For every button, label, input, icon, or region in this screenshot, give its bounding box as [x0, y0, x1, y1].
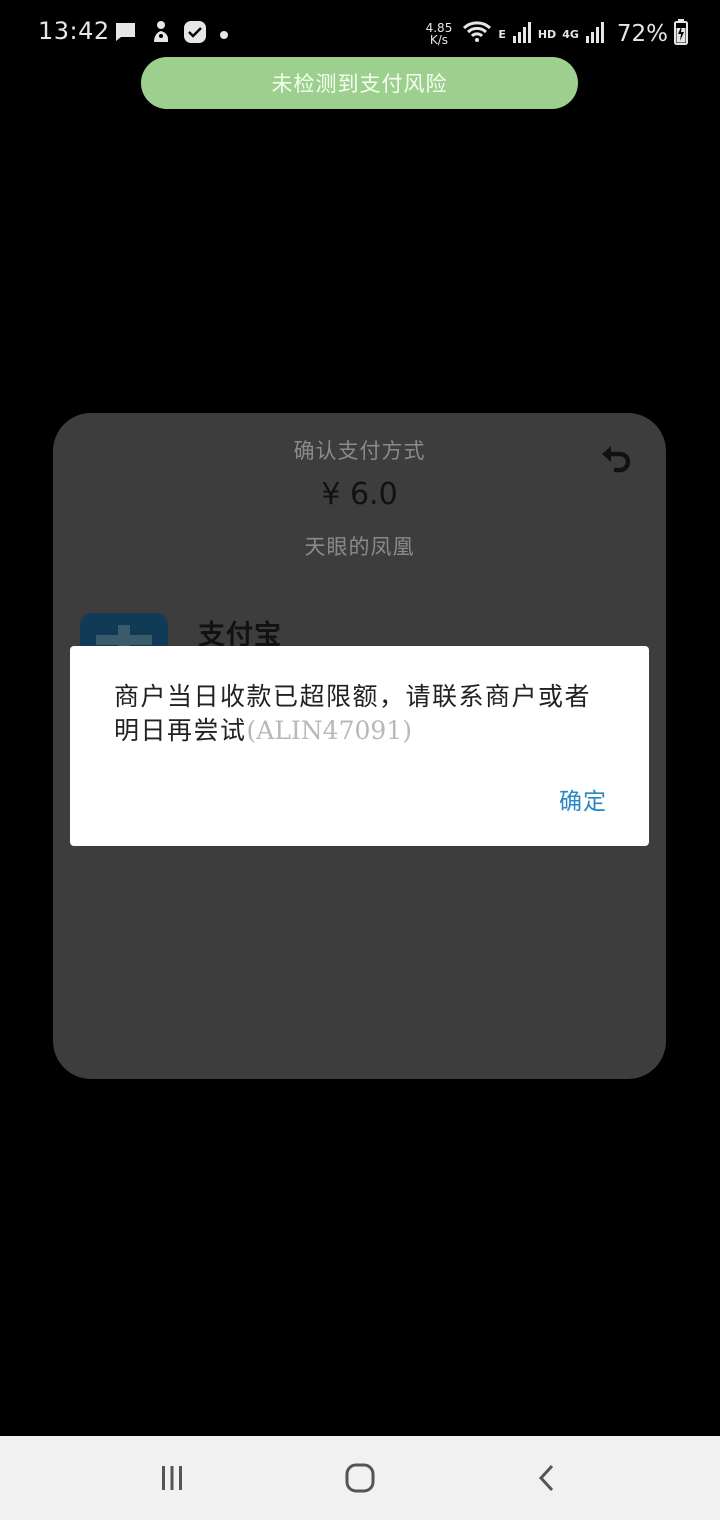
home-icon[interactable]	[340, 1458, 380, 1498]
screen: 13:42 4.85 K/s E HD 4G 72% 未检测到支付风险 确认支付…	[0, 0, 720, 1520]
net-4g-label: 4G	[562, 27, 579, 41]
net-e-label: E	[498, 27, 506, 41]
error-dialog: 商户当日收款已超限额，请联系商户或者明日再尝试(ALIN47091) 确定	[70, 646, 649, 846]
payment-sheet-title: 确认支付方式	[293, 439, 426, 463]
error-code: (ALIN47091)	[246, 716, 412, 745]
kangaroo-icon	[149, 20, 171, 48]
net-hd-label: HD	[537, 27, 557, 41]
notification-icons	[113, 20, 229, 48]
battery-percent: 72%	[616, 21, 668, 47]
dialog-message: 商户当日收款已超限额，请联系商户或者明日再尝试(ALIN47091)	[114, 680, 614, 748]
net-speed-unit: K/s	[429, 33, 449, 47]
battery-charging-icon	[674, 19, 688, 49]
merchant-name: 天眼的凤凰	[304, 535, 415, 559]
dot-icon	[219, 25, 229, 44]
back-icon[interactable]	[527, 1458, 567, 1498]
status-time: 13:42	[38, 17, 110, 45]
signal-icon	[585, 20, 605, 48]
signal-icon	[512, 20, 532, 48]
risk-toast-text: 未检测到支付风险	[271, 72, 448, 96]
wifi-icon	[462, 19, 492, 49]
status-right-icons: 4.85 K/s E HD 4G 72%	[426, 18, 688, 50]
message-icon	[113, 20, 137, 48]
net-speed: 4.85 K/s	[426, 22, 453, 46]
undo-icon[interactable]	[599, 443, 633, 477]
risk-toast: 未检测到支付风险	[141, 57, 578, 109]
navigation-bar	[0, 1436, 720, 1520]
confirm-button[interactable]: 确定	[559, 782, 607, 816]
recents-icon[interactable]	[152, 1458, 192, 1498]
payment-amount: ¥ 6.0	[321, 477, 398, 512]
clock-app-icon	[183, 20, 207, 48]
